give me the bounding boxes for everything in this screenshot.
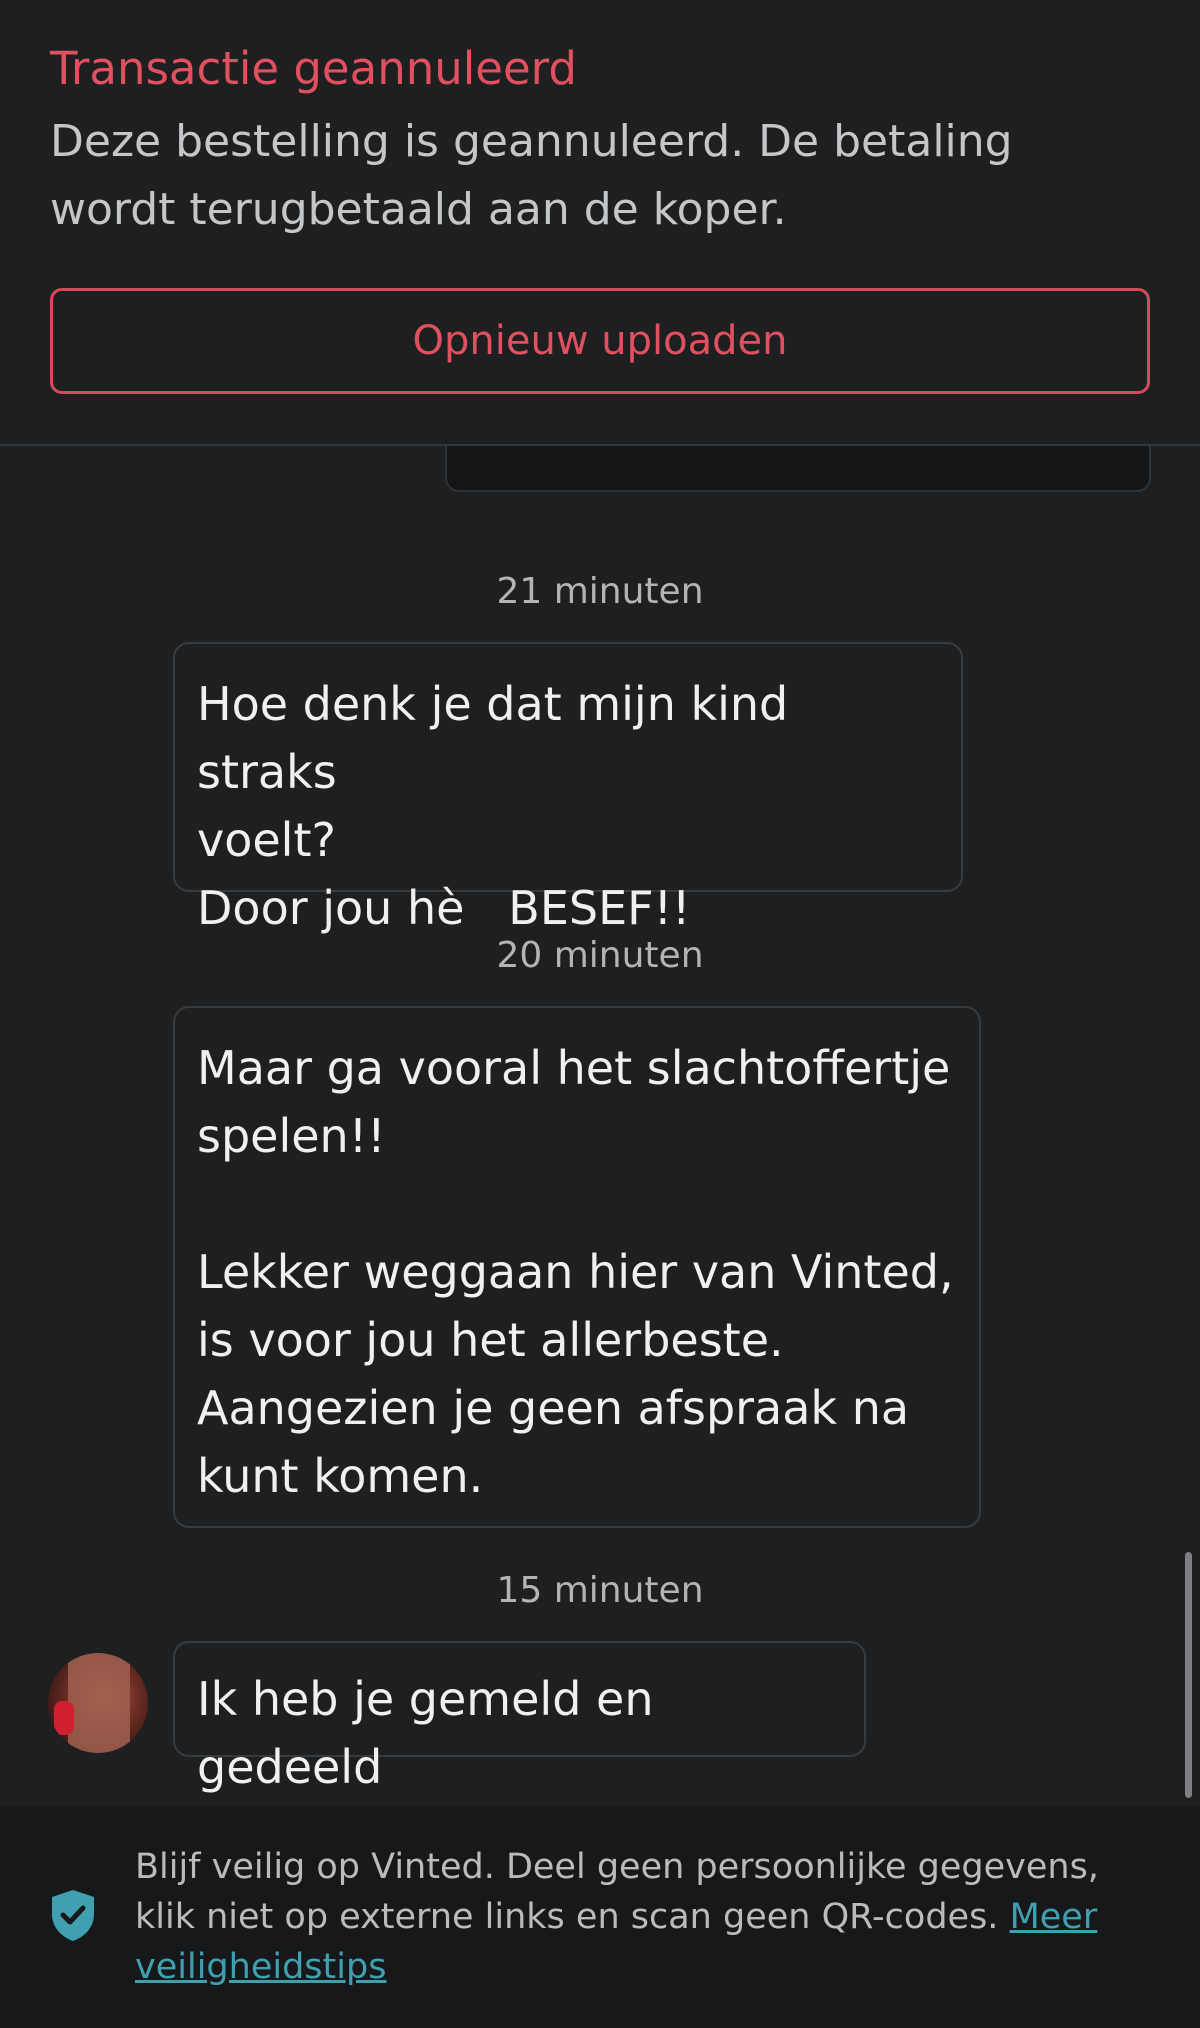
banner-title: Transactie geannuleerd [50,42,577,95]
message-timestamp: 15 minuten [496,1570,704,1611]
message-bubble: Hoe denk je dat mijn kind straks voelt? … [173,642,963,935]
transaction-banner: Transactie geannuleerd Deze bestelling i… [0,0,1200,446]
chat-scrollbar[interactable] [1185,1552,1192,1798]
safety-tips-text: Blijf veilig op Vinted. Deel geen persoo… [135,1842,1155,1992]
avatar-detail [54,1701,74,1735]
reupload-button[interactable]: Opnieuw uploaden [50,288,1150,394]
message-timestamp: 20 minuten [496,935,704,976]
safety-message: Blijf veilig op Vinted. Deel geen persoo… [135,1847,1099,1937]
avatar-blur [68,1653,130,1753]
shield-check-icon [52,1890,94,1941]
sender-avatar[interactable] [48,1653,148,1753]
message-bubble: Maar ga vooral het slachtoffertje spelen… [173,1006,981,1528]
banner-description: Deze bestelling is geannuleerd. De betal… [50,116,1013,235]
message-bubble: Ik heb je gemeld en gedeeld [173,1641,866,1794]
message-timestamp: 21 minuten [496,571,704,612]
